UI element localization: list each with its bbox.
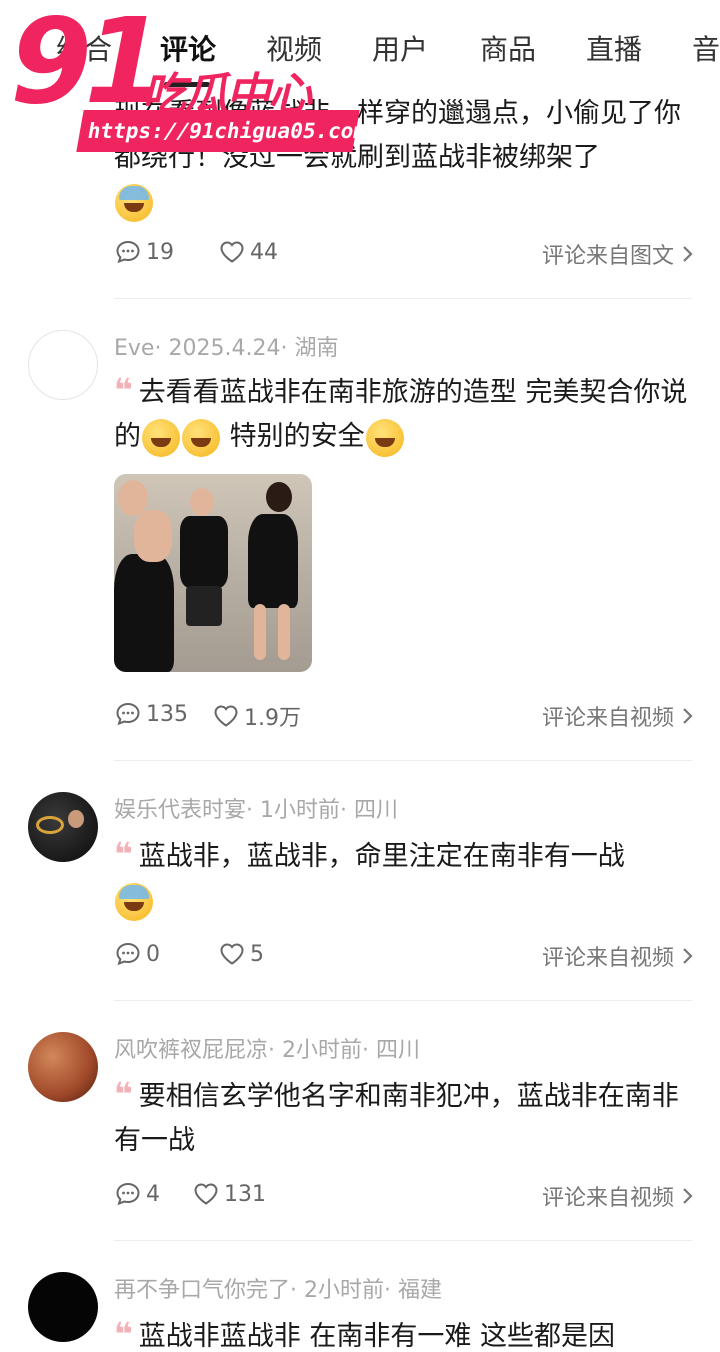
comment-date: 2025.4.24	[168, 336, 281, 361]
tab-videos[interactable]: 视频	[266, 28, 322, 68]
comment-source-link[interactable]: 评论来自视频	[542, 700, 694, 732]
comment-source-link[interactable]: 评论来自视频	[542, 940, 694, 972]
comment-meta: Eve· 2025.4.24· 湖南	[114, 336, 339, 361]
comment-date: 2小时前	[282, 1038, 363, 1063]
source-label: 评论来自图文	[541, 244, 674, 269]
comment-bubble-icon	[116, 240, 140, 264]
like-button[interactable]: 1.9万	[212, 700, 301, 732]
quote-mark-icon: ❝	[114, 1075, 133, 1113]
username[interactable]: 娱乐代表时宴	[114, 798, 246, 823]
comment-source-link[interactable]: 评论来自视频	[542, 1180, 694, 1212]
tab-live[interactable]: 直播	[586, 28, 642, 68]
avatar[interactable]	[28, 1272, 98, 1342]
heart-icon	[220, 241, 244, 263]
divider	[114, 298, 692, 299]
comment-date: 2小时前	[304, 1278, 385, 1303]
tab-users[interactable]: 用户	[372, 28, 428, 68]
comment-location: 四川	[376, 1038, 421, 1063]
reply-button[interactable]: 0	[114, 940, 160, 968]
chevron-right-icon	[683, 246, 693, 262]
comment-source-link[interactable]: 评论来自图文	[542, 238, 694, 270]
avatar[interactable]	[28, 792, 98, 862]
heart-icon	[194, 1183, 218, 1205]
comment-text: 现在看到像蓝战非一样穿的邋遢点，小偷见了你都绕行！没过一会就刷到蓝战非被绑架了	[114, 92, 694, 224]
comment-location: 湖南	[294, 336, 339, 361]
comment-bubble-icon	[116, 702, 140, 726]
like-count: 5	[250, 941, 264, 967]
comment-meta: 风吹裤衩屁屁凉· 2小时前· 四川	[114, 1038, 421, 1063]
comment-date: 1小时前	[260, 798, 341, 823]
like-count: 44	[250, 239, 278, 265]
source-label: 评论来自视频	[541, 946, 674, 971]
divider	[114, 760, 692, 761]
comment-text: ❝ 蓝战非，蓝战非，命里注定在南非有一战	[114, 832, 694, 923]
comment-actions: 19 44 评论来自图文	[114, 238, 694, 274]
comment-location: 福建	[398, 1278, 443, 1303]
comment-text: ❝ 去看看蓝战非在南非旅游的造型 完美契合你说的 特别的安全	[114, 368, 694, 459]
like-count: 131	[224, 1181, 266, 1207]
tab-comments[interactable]: 评论	[160, 28, 216, 68]
reply-count: 135	[146, 701, 188, 727]
chevron-right-icon	[683, 948, 693, 964]
tab-products[interactable]: 商品	[480, 28, 536, 68]
quote-mark-icon: ❝	[114, 1315, 133, 1352]
reply-count: 0	[146, 941, 160, 967]
chevron-right-icon	[683, 708, 693, 724]
heart-icon	[214, 705, 238, 727]
comment-bubble-icon	[116, 1182, 140, 1206]
tab-music[interactable]: 音	[692, 28, 720, 68]
like-count: 1.9万	[244, 706, 301, 731]
comment-text: ❝ 要相信玄学他名字和南非犯冲，蓝战非在南非有一战	[114, 1075, 679, 1156]
username[interactable]: 再不争口气你完了	[114, 1278, 290, 1303]
like-button[interactable]: 131	[192, 1180, 266, 1208]
emoji-icon	[365, 418, 404, 457]
source-label: 评论来自视频	[541, 1186, 674, 1211]
divider	[114, 1000, 692, 1001]
chevron-right-icon	[683, 1188, 693, 1204]
comment-actions: 4 131 评论来自视频	[114, 1180, 694, 1216]
comment-meta: 再不争口气你完了· 2小时前· 福建	[114, 1278, 443, 1303]
comment-actions: 0 5 评论来自视频	[114, 940, 694, 976]
quote-mark-icon: ❝	[114, 371, 133, 409]
avatar[interactable]	[28, 1032, 98, 1102]
avatar[interactable]	[28, 330, 98, 400]
comment-location: 四川	[354, 798, 399, 823]
source-label: 评论来自视频	[541, 706, 674, 731]
search-tabs: 综合 评论 视频 用户 商品 直播 音	[0, 0, 720, 96]
comment-meta: 娱乐代表时宴· 1小时前· 四川	[114, 798, 399, 823]
comment-bubble-icon	[116, 942, 140, 966]
reply-button[interactable]: 135	[114, 700, 188, 728]
reply-button[interactable]: 4	[114, 1180, 160, 1208]
divider	[114, 1240, 692, 1241]
emoji-icon	[182, 418, 220, 457]
like-button[interactable]: 5	[218, 940, 264, 968]
reply-count: 19	[146, 239, 174, 265]
username[interactable]: 风吹裤衩屁屁凉	[114, 1038, 268, 1063]
reply-count: 4	[146, 1181, 160, 1207]
heart-icon	[220, 943, 244, 965]
emoji-icon	[115, 882, 153, 921]
emoji-icon	[142, 418, 180, 457]
tab-all[interactable]: 综合	[56, 28, 112, 68]
reply-button[interactable]: 19	[114, 238, 174, 266]
comment-text: ❝ 蓝战非蓝战非 在南非有一难 这些都是因	[114, 1315, 615, 1352]
username[interactable]: Eve	[114, 336, 154, 361]
active-tab-indicator	[164, 82, 210, 87]
comment-actions: 135 1.9万 评论来自视频	[114, 700, 694, 736]
comment-photo[interactable]	[114, 474, 312, 672]
quote-mark-icon: ❝	[114, 835, 133, 873]
like-button[interactable]: 44	[218, 238, 278, 266]
emoji-icon	[115, 183, 153, 222]
